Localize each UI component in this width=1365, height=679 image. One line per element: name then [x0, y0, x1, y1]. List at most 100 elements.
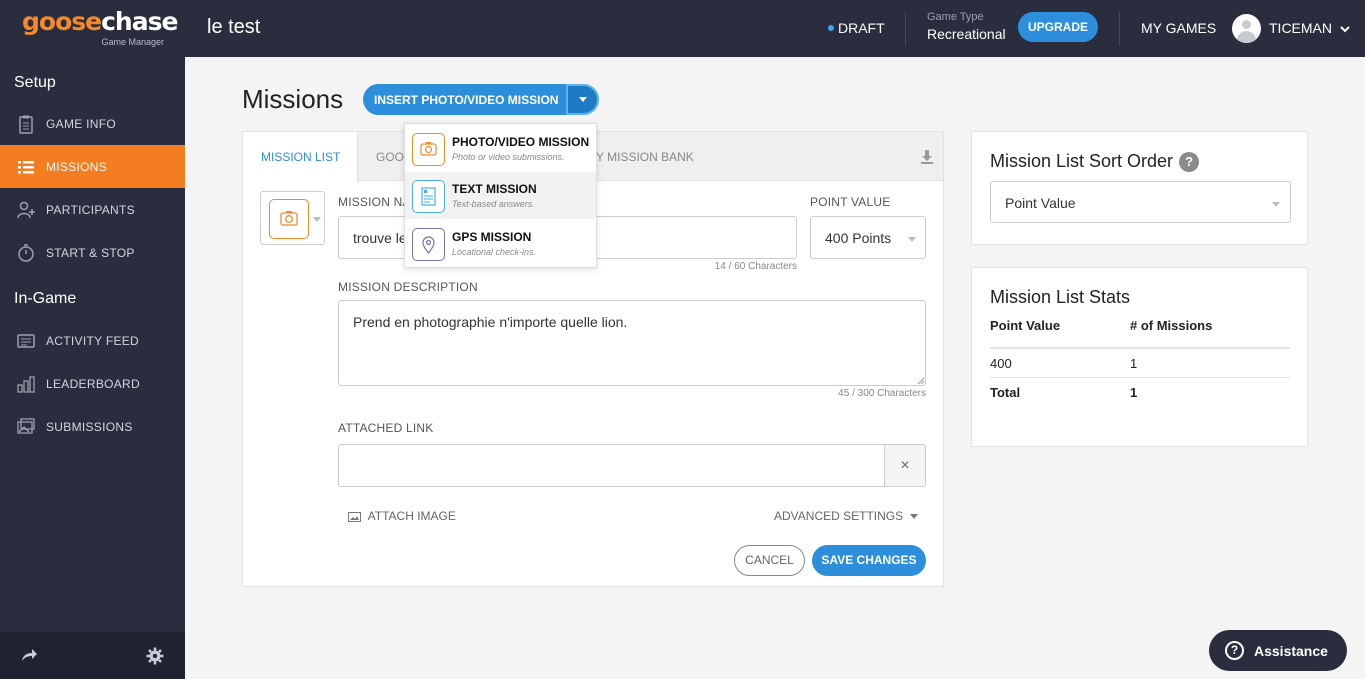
menu-item-text-mission[interactable]: TEXT MISSION Text-based answers.	[405, 172, 596, 219]
mission-name-label: MISSION NA	[338, 195, 411, 209]
divider	[905, 12, 906, 46]
image-icon	[348, 511, 361, 522]
avatar[interactable]	[1232, 14, 1261, 43]
status-text: DRAFT	[838, 20, 885, 36]
table-row: 400 1	[990, 349, 1290, 378]
sidebar-item-label: PARTICIPANTS	[46, 203, 135, 217]
caret-down-icon	[908, 237, 916, 242]
sidebar-item-start-stop[interactable]: START & STOP	[0, 231, 185, 274]
attach-image-button[interactable]: ATTACH IMAGE	[348, 509, 456, 523]
sidebar-item-label: SUBMISSIONS	[46, 420, 133, 434]
attach-image-label: ATTACH IMAGE	[367, 509, 456, 523]
game-type-label: Game Type	[927, 11, 984, 23]
game-title: le test	[207, 16, 261, 38]
menu-item-description: Locational check-ins.	[452, 247, 537, 257]
save-changes-button[interactable]: SAVE CHANGES	[812, 545, 926, 576]
gear-icon[interactable]	[146, 647, 164, 665]
tab-mission-list[interactable]: MISSION LIST	[243, 132, 358, 182]
help-circle-icon: ?	[1225, 641, 1244, 660]
table-total-row: Total 1	[990, 378, 1290, 407]
status-badge: DRAFT	[828, 20, 885, 36]
camera-icon	[269, 199, 309, 239]
description-label: MISSION DESCRIPTION	[338, 280, 478, 294]
clear-link-button[interactable]: ×	[884, 444, 926, 487]
advanced-settings-toggle[interactable]: ADVANCED SETTINGS	[774, 509, 919, 523]
point-value-label: POINT VALUE	[810, 195, 891, 209]
table-cell: 400	[990, 356, 1012, 371]
sort-order-select[interactable]: Point Value	[990, 181, 1291, 223]
sidebar-section-setup: Setup	[14, 74, 56, 91]
mission-name-counter: 14 / 60 Characters	[714, 261, 797, 272]
mission-stats-title: Mission List Stats	[990, 287, 1131, 307]
logo-subtitle: Game Manager	[101, 37, 164, 47]
sidebar-item-missions[interactable]: MISSIONS	[0, 145, 185, 188]
description-value: Prend en photographie n'importe quelle l…	[353, 314, 628, 330]
resize-handle-icon[interactable]	[917, 377, 924, 384]
insert-mission-button[interactable]: INSERT PHOTO/VIDEO MISSION	[363, 84, 599, 115]
goosechase-logo[interactable]: goosechase Game Manager	[22, 7, 178, 48]
sidebar-item-participants[interactable]: PARTICIPANTS	[0, 188, 185, 231]
camera-icon	[412, 133, 445, 166]
sidebar-item-label: START & STOP	[46, 246, 135, 260]
sidebar-item-label: MISSIONS	[46, 160, 108, 174]
sidebar-item-game-info[interactable]: GAME INFO	[0, 102, 185, 145]
location-pin-icon	[412, 228, 445, 261]
sort-order-card: Mission List Sort Order? Point Value	[971, 131, 1308, 245]
upgrade-button[interactable]: UPGRADE	[1018, 12, 1098, 42]
stopwatch-icon	[18, 244, 34, 262]
total-label: Total	[990, 385, 1021, 400]
sort-order-title: Mission List Sort Order?	[990, 151, 1200, 173]
tab-mission-bank[interactable]: Y MISSION BANK	[596, 132, 694, 181]
help-icon[interactable]: ?	[1179, 152, 1200, 173]
insert-mission-dropdown-toggle[interactable]	[566, 84, 599, 115]
menu-item-gps-mission[interactable]: GPS MISSION Locational check-ins.	[405, 220, 596, 267]
top-bar: goosechase Game Manager le test DRAFT Ga…	[0, 0, 1365, 57]
game-type-value: Recreational	[927, 26, 1006, 42]
description-textarea[interactable]: Prend en photographie n'importe quelle l…	[338, 300, 926, 386]
sidebar-item-leaderboard[interactable]: LEADERBOARD	[0, 362, 185, 405]
game-type: Game Type Recreational	[927, 11, 1006, 42]
menu-item-photo-video-mission[interactable]: PHOTO/VIDEO MISSION Photo or video submi…	[405, 125, 596, 172]
divider	[1119, 12, 1120, 46]
list-icon	[18, 161, 34, 174]
mission-type-picker[interactable]	[260, 191, 325, 245]
attached-link-input[interactable]	[338, 444, 885, 487]
mission-type-menu: PHOTO/VIDEO MISSION Photo or video submi…	[404, 123, 597, 268]
username: TICEMAN	[1269, 20, 1332, 36]
assistance-button[interactable]: ? Assistance	[1209, 630, 1347, 671]
insert-mission-label: INSERT PHOTO/VIDEO MISSION	[374, 93, 559, 107]
sidebar-item-label: ACTIVITY FEED	[46, 334, 140, 348]
point-value-select[interactable]: 400 Points	[810, 216, 926, 259]
cancel-button[interactable]: CANCEL	[734, 545, 805, 576]
caret-down-icon	[313, 217, 321, 222]
advanced-settings-label: ADVANCED SETTINGS	[774, 509, 904, 523]
sidebar-item-submissions[interactable]: SUBMISSIONS	[0, 405, 185, 448]
sidebar-item-label: LEADERBOARD	[46, 377, 140, 391]
share-icon[interactable]	[20, 647, 38, 663]
menu-item-title: GPS MISSION	[452, 230, 532, 244]
assistance-label: Assistance	[1254, 643, 1328, 659]
download-icon[interactable]	[921, 150, 933, 164]
chevron-down-icon	[1340, 26, 1350, 33]
sidebar: Setup GAME INFO MISSIONS PARTICIPANTS ST…	[0, 57, 185, 679]
menu-item-description: Photo or video submissions.	[452, 152, 565, 162]
menu-item-description: Text-based answers.	[452, 199, 535, 209]
sidebar-item-activity-feed[interactable]: ACTIVITY FEED	[0, 319, 185, 362]
caret-down-icon	[1272, 202, 1280, 207]
attached-link-label: ATTACHED LINK	[338, 421, 434, 435]
sidebar-section-in-game: In-Game	[14, 290, 77, 307]
sort-order-title-text: Mission List Sort Order	[990, 151, 1174, 171]
point-value-value: 400 Points	[825, 230, 892, 246]
menu-item-title: PHOTO/VIDEO MISSION	[452, 135, 590, 149]
logo-goose: goose	[22, 7, 102, 36]
table-header-row: Point Value # of Missions	[990, 318, 1290, 349]
tab-goosechase[interactable]: GOO	[376, 132, 404, 181]
add-user-icon	[17, 201, 35, 219]
sidebar-footer	[0, 632, 185, 679]
my-games-link[interactable]: MY GAMES	[1141, 20, 1216, 36]
user-menu[interactable]: TICEMAN	[1269, 20, 1350, 36]
bar-chart-icon	[17, 376, 35, 393]
sort-order-value: Point Value	[1005, 195, 1076, 211]
page-title: Missions	[242, 84, 344, 114]
description-counter: 45 / 300 Characters	[838, 388, 926, 399]
